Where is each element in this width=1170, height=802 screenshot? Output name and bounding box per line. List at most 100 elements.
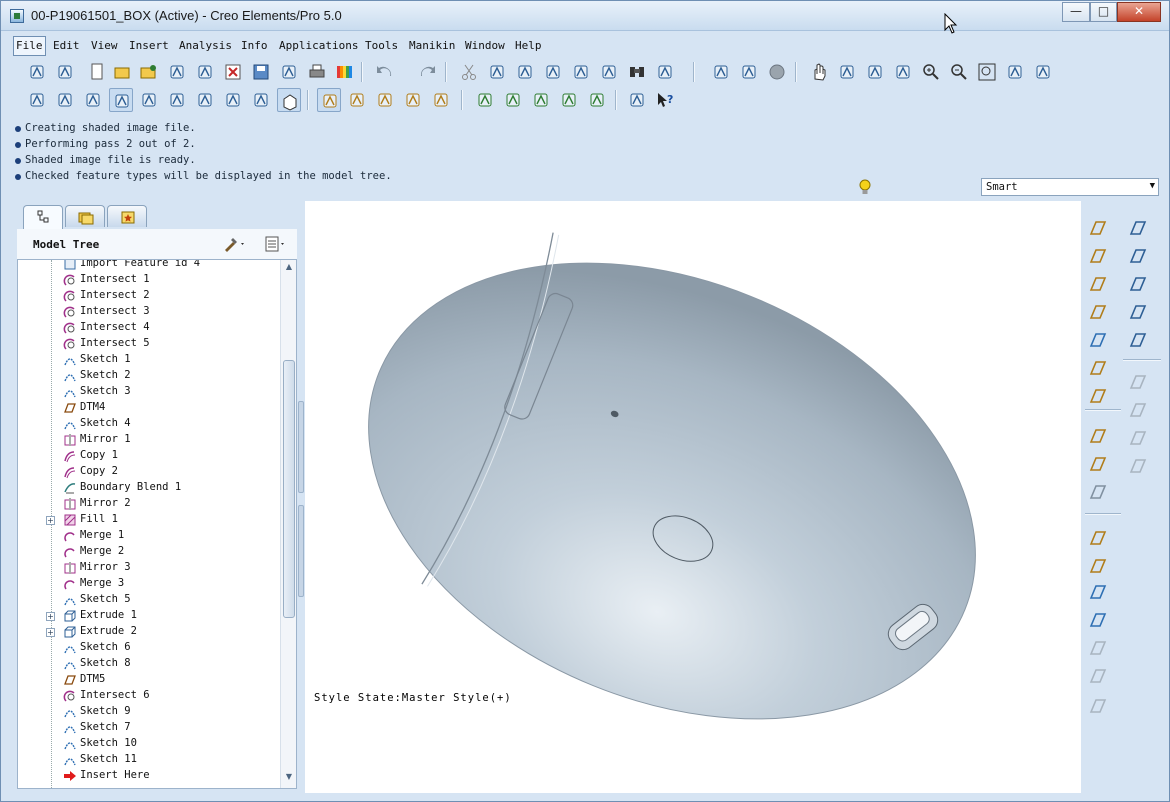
model-3d-view[interactable]: Style State:Master Style(+) [305, 201, 1081, 793]
open-folder-button[interactable] [137, 60, 161, 84]
tree-item[interactable]: + Extrude 2 [18, 624, 273, 640]
undo-button[interactable] [373, 60, 397, 84]
tree-item[interactable]: Intersect 4 [18, 320, 273, 336]
pan-button[interactable] [807, 60, 831, 84]
expand-plus-icon[interactable]: + [46, 612, 55, 621]
model-display-3-button[interactable] [529, 88, 553, 112]
color-palette-button[interactable] [333, 60, 357, 84]
menu-manikin[interactable]: Manikin [409, 39, 455, 52]
splitter-grip[interactable] [298, 401, 304, 493]
datum-axis-button[interactable] [1127, 245, 1149, 267]
intersect-tool-button[interactable] [1087, 357, 1109, 379]
open-button[interactable] [111, 60, 135, 84]
menu-view[interactable]: View [91, 39, 118, 52]
sketched-curve-button[interactable] [1087, 329, 1109, 351]
tab-folder-browser[interactable] [65, 205, 105, 227]
tree-item[interactable]: Sketch 6 [18, 640, 273, 656]
tree-item[interactable]: Merge 1 [18, 528, 273, 544]
shaded-button[interactable] [277, 88, 301, 112]
edge-display-1-button[interactable] [53, 88, 77, 112]
model-tree-list[interactable]: ▲ ▼ Import Feature id 4 Intersect 1 Inters… [17, 259, 297, 789]
new-button[interactable] [85, 60, 109, 84]
tree-item[interactable]: Sketch 7 [18, 720, 273, 736]
appearance-button[interactable] [25, 88, 49, 112]
reference-button[interactable] [1087, 453, 1109, 475]
scroll-up-icon[interactable]: ▲ [281, 262, 296, 276]
datum-curve-button[interactable] [1087, 301, 1109, 323]
tree-scrollbar[interactable]: ▲ ▼ [280, 260, 296, 788]
datum-axis-line-button[interactable] [1087, 273, 1109, 295]
datum-point-tool-button[interactable] [1127, 273, 1149, 295]
save-check-button[interactable] [193, 60, 217, 84]
tree-item[interactable]: Sketch 2 [18, 368, 273, 384]
tree-item[interactable]: Intersect 1 [18, 272, 273, 288]
tree-item[interactable]: Sketch 11 [18, 752, 273, 768]
tree-item[interactable]: + Fill 1 [18, 512, 273, 528]
copy-paste-button[interactable] [1127, 399, 1149, 421]
tree-item[interactable]: Insert Here [18, 768, 273, 784]
regenerate-button[interactable] [569, 60, 593, 84]
tree-item[interactable]: DTM4 [18, 400, 273, 416]
boundary-button[interactable] [1127, 329, 1149, 351]
copy-button[interactable] [485, 60, 509, 84]
datum-point-button[interactable] [1087, 217, 1109, 239]
tree-item[interactable]: Intersect 2 [18, 288, 273, 304]
tree-item[interactable]: Intersect 6 [18, 688, 273, 704]
view-manager-button[interactable] [863, 60, 887, 84]
tree-item[interactable]: Mirror 2 [18, 496, 273, 512]
thicken-button[interactable] [1087, 581, 1109, 603]
tree-item[interactable]: Import Feature id 4 [18, 260, 273, 272]
model-display-5-button[interactable] [585, 88, 609, 112]
filter-dropdown[interactable]: Smart ▼ [981, 178, 1159, 196]
printer-button[interactable] [305, 60, 329, 84]
tree-item[interactable]: Copy 1 [18, 448, 273, 464]
splitter-grip[interactable] [298, 505, 304, 597]
menu-applications[interactable]: Applications [279, 39, 358, 52]
tree-item[interactable]: Merge 2 [18, 544, 273, 560]
tree-item[interactable]: Sketch 3 [18, 384, 273, 400]
menu-info[interactable]: Info [241, 39, 268, 52]
paste-button[interactable] [513, 60, 537, 84]
expand-plus-icon[interactable]: + [46, 516, 55, 525]
chamfer-button[interactable] [1087, 665, 1109, 687]
cut-button[interactable] [457, 60, 481, 84]
refit-button[interactable] [975, 60, 999, 84]
sketch-tool-button[interactable] [1087, 425, 1109, 447]
context-help-button[interactable]: ? [653, 88, 677, 112]
edge-display-3-button[interactable] [109, 88, 133, 112]
spin-center-button[interactable] [737, 60, 761, 84]
tree-item[interactable]: Sketch 8 [18, 656, 273, 672]
save-copy-button[interactable] [277, 60, 301, 84]
menu-analysis[interactable]: Analysis [179, 39, 232, 52]
analysis-button[interactable] [1087, 385, 1109, 407]
model-display-1-button[interactable] [473, 88, 497, 112]
tree-item[interactable]: Sketch 10 [18, 736, 273, 752]
orient-button[interactable] [1003, 60, 1027, 84]
zoom-in-button[interactable] [919, 60, 943, 84]
tree-item[interactable]: Mirror 3 [18, 560, 273, 576]
shading-button[interactable] [765, 60, 789, 84]
tab-favorites[interactable] [107, 205, 147, 227]
extrude-tool-button[interactable] [1087, 481, 1109, 503]
offset-button[interactable] [1127, 371, 1149, 393]
tree-settings-icon[interactable] [223, 234, 244, 254]
style-button[interactable] [1127, 301, 1149, 323]
sweep-tool-button[interactable] [1087, 555, 1109, 577]
graphics-window[interactable]: Style State:Master Style(+) [305, 201, 1081, 793]
csys-datum-button[interactable] [1127, 217, 1149, 239]
edge-display-2-button[interactable] [81, 88, 105, 112]
tree-item[interactable]: Intersect 3 [18, 304, 273, 320]
erase-button[interactable] [221, 60, 245, 84]
menu-edit[interactable]: Edit [53, 39, 80, 52]
tab-model-tree[interactable] [23, 205, 63, 229]
model-tree-button[interactable] [625, 88, 649, 112]
tree-item[interactable]: Sketch 4 [18, 416, 273, 432]
datum-axes-button[interactable] [345, 88, 369, 112]
no-hidden-button[interactable] [249, 88, 273, 112]
tree-item[interactable]: Sketch 9 [18, 704, 273, 720]
tree-item[interactable]: DTM5 [18, 672, 273, 688]
maximize-button[interactable]: □ [1090, 2, 1117, 22]
wireframe-button[interactable] [193, 88, 217, 112]
panel-splitter[interactable] [297, 201, 305, 793]
annotation-button[interactable] [1031, 60, 1055, 84]
